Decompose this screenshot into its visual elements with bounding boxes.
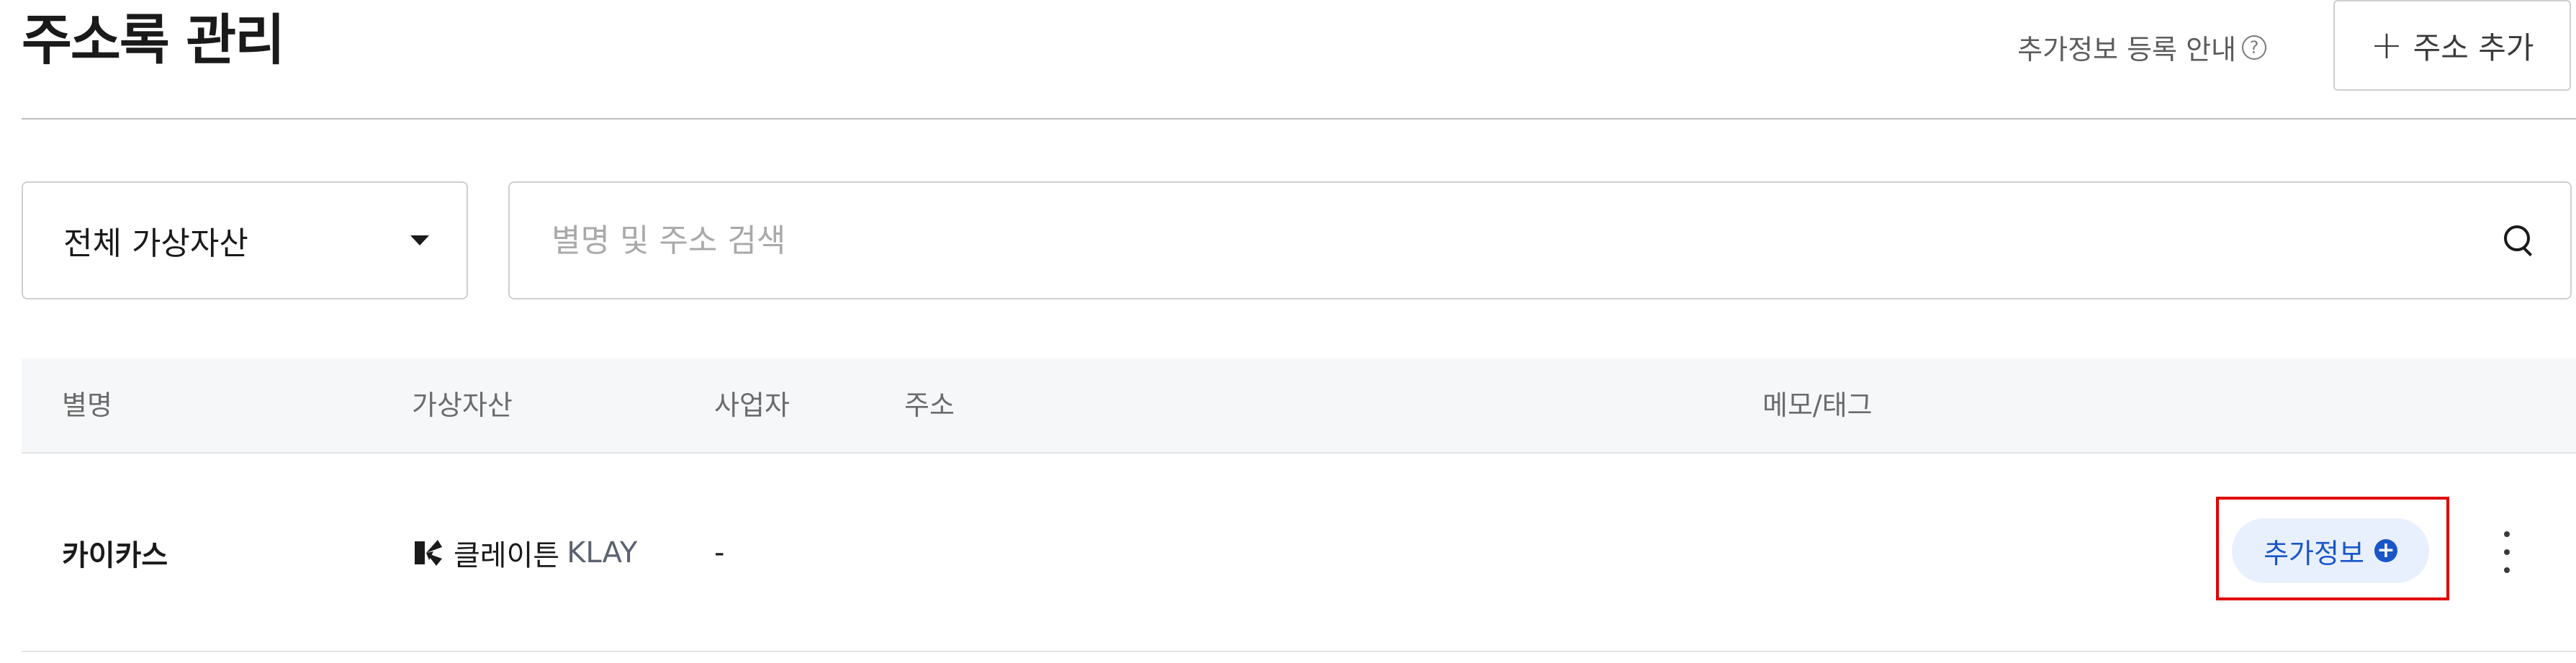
header-divider [22, 118, 2576, 119]
more-vertical-icon[interactable] [2500, 531, 2514, 573]
extra-info-label: 추가정보 [2264, 537, 2364, 569]
address-book-page: 주소록 관리 추가정보 등록 안내 ? + 주소 추가 전체 가상자산 별명 가… [0, 0, 2576, 663]
extra-info-guide-label: 추가정보 등록 안내 [2017, 34, 2236, 66]
table-row: 카이카스 클레이튼 KLAY - [22, 454, 2576, 652]
plus-icon: + [2370, 22, 2403, 68]
asset-name: 클레이튼 [454, 539, 560, 572]
row-operator: - [714, 536, 725, 569]
row-asset: 클레이튼 KLAY [412, 454, 637, 652]
extra-info-button[interactable]: 추가정보 + [2232, 518, 2429, 583]
klaytn-icon [415, 540, 442, 566]
page-title: 주소록 관리 [22, 8, 285, 72]
search-box[interactable] [508, 181, 2572, 299]
column-header-alias: 별명 [62, 389, 112, 421]
search-input[interactable] [550, 221, 2503, 260]
table-header: 별명 가상자산 사업자 주소 메모/태그 [22, 358, 2576, 454]
search-icon[interactable] [2503, 224, 2536, 257]
add-address-label: 주소 추가 [2413, 30, 2534, 66]
asset-symbol: KLAY [567, 536, 638, 569]
column-header-address: 주소 [904, 389, 955, 421]
asset-filter-select[interactable]: 전체 가상자산 [22, 181, 468, 299]
asset-filter-value: 전체 가상자산 [63, 225, 248, 262]
question-circle-icon: ? [2242, 35, 2266, 60]
plus-circle-icon: + [2374, 539, 2397, 562]
column-header-asset: 가상자산 [412, 389, 513, 421]
extra-info-guide-link[interactable]: 추가정보 등록 안내 ? [2017, 27, 2266, 67]
column-header-operator: 사업자 [714, 389, 790, 421]
column-header-memo: 메모/태그 [1762, 389, 1873, 421]
caret-down-icon [410, 235, 429, 245]
row-alias: 카이카스 [62, 539, 168, 572]
add-address-button[interactable]: + 주소 추가 [2333, 0, 2571, 91]
